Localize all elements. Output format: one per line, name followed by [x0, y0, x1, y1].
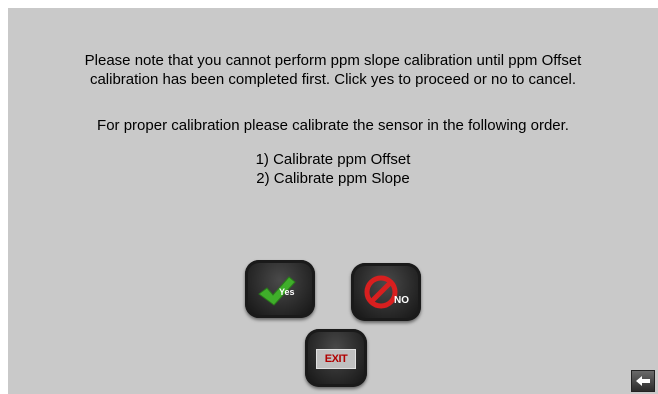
no-entry-icon — [364, 275, 398, 309]
no-button[interactable]: NO — [351, 263, 421, 321]
instruction-message: For proper calibration please calibrate … — [97, 117, 569, 134]
calibration-dialog: Please note that you cannot perform ppm … — [8, 8, 658, 394]
warning-line-1: Please note that you cannot perform ppm … — [84, 52, 582, 69]
exit-button[interactable]: EXIT — [305, 329, 367, 387]
no-label: NO — [394, 295, 409, 306]
step-2: 2) Calibrate ppm Slope — [256, 170, 410, 187]
back-button[interactable] — [631, 370, 655, 392]
exit-label: EXIT — [316, 349, 356, 369]
back-arrow-icon — [636, 376, 650, 386]
yes-button[interactable]: Yes — [245, 260, 315, 318]
calibration-steps-list: 1) Calibrate ppm Offset 2) Calibrate ppm… — [8, 150, 658, 188]
warning-line-2: calibration has been completed first. Cl… — [89, 71, 577, 88]
step-1: 1) Calibrate ppm Offset — [255, 151, 411, 168]
warning-message: Please note that you cannot perform ppm … — [8, 51, 658, 89]
yes-label: Yes — [279, 287, 295, 297]
